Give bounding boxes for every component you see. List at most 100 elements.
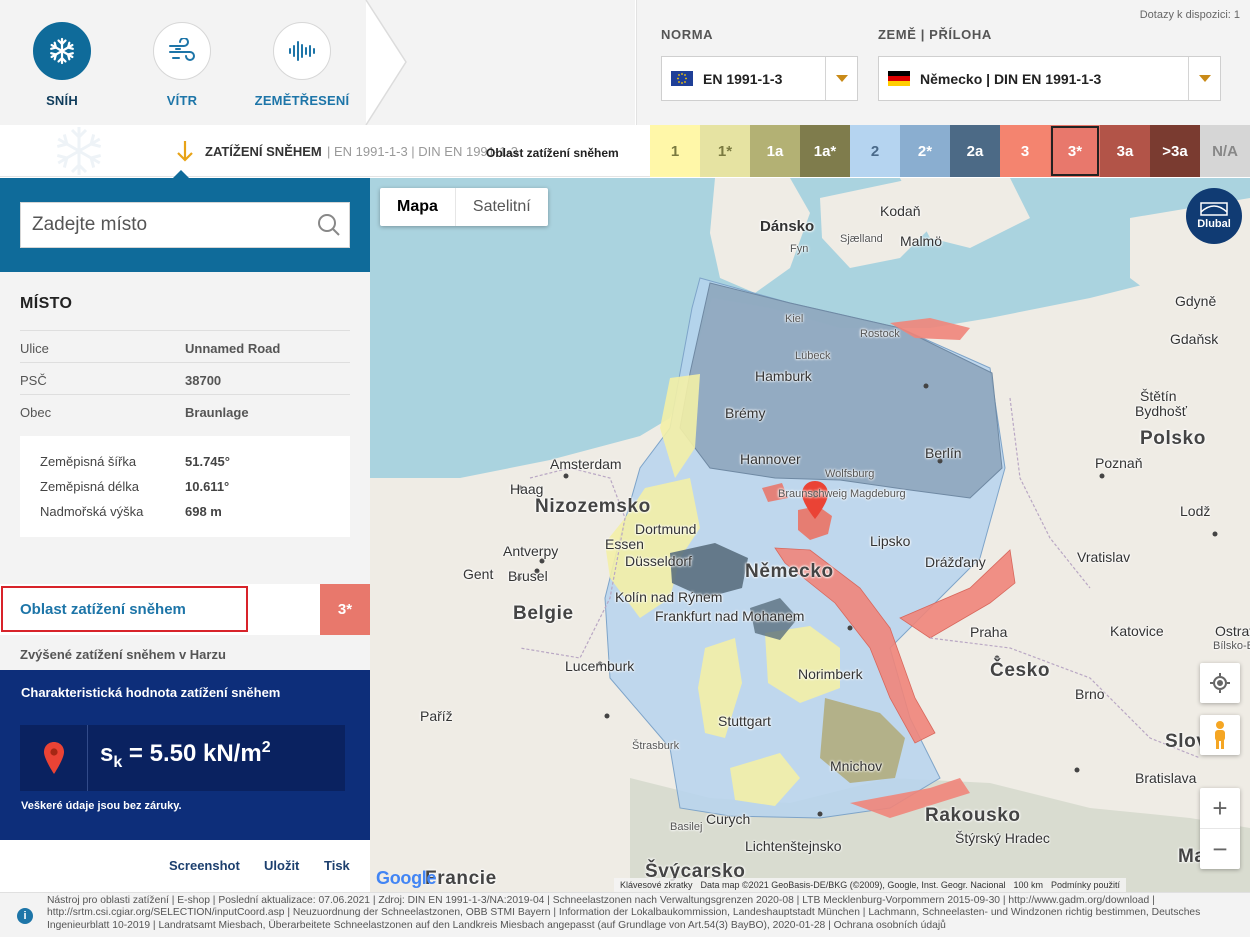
snow-zone-row[interactable]: Oblast zatížení sněhem 3*: [0, 584, 370, 635]
zone-legend-10[interactable]: 3a: [1100, 125, 1150, 177]
latitude-row: Zeměpisná šířka 51.745°: [40, 454, 230, 469]
altitude-row: Nadmořská výška 698 m: [40, 504, 222, 519]
screenshot-link[interactable]: Screenshot: [169, 858, 240, 873]
zone-legend-5[interactable]: 2: [850, 125, 900, 177]
print-link[interactable]: Tisk: [324, 858, 350, 873]
zone-legend-9[interactable]: 3*: [1050, 125, 1100, 177]
altitude-label: Nadmořská výška: [40, 504, 144, 519]
map-label: Belgie: [513, 603, 574, 624]
map-label: Kiel: [785, 313, 804, 325]
altitude-value: 698 m: [185, 504, 222, 519]
mode-wind-button[interactable]: VÍTR: [122, 22, 242, 108]
zone-legend-1[interactable]: 1: [650, 125, 700, 177]
longitude-label: Zeměpisná délka: [40, 479, 139, 494]
dlubal-logo-text: Dlubal: [1197, 218, 1231, 230]
map-label: Štýrský Hradec: [955, 830, 1050, 846]
arrow-down-icon: [177, 141, 193, 162]
snow-zone-badge: 3*: [320, 584, 370, 635]
map-data-credit: Data map ©2021 GeoBasis-DE/BKG (©2009), …: [700, 880, 1006, 890]
map-label: Antverpy: [503, 543, 559, 559]
sk-superscript: 2: [261, 739, 271, 756]
zone-legend-7[interactable]: 2a: [950, 125, 1000, 177]
map-label: Magdeburg: [850, 488, 906, 500]
map-label: Mnichov: [830, 758, 883, 774]
zone-legend-8[interactable]: 3: [1000, 125, 1050, 177]
norm-select[interactable]: EN 1991-1-3: [661, 56, 858, 101]
map-label: Německo: [745, 561, 834, 582]
map-label: Brno: [1075, 686, 1105, 702]
sk-result: sk = 5.50 kN/m2: [20, 725, 345, 791]
search-input[interactable]: [21, 203, 309, 247]
street-value: Unnamed Road: [185, 341, 281, 356]
location-title: MÍSTO: [20, 295, 73, 312]
map-scale: 100 km: [1013, 880, 1043, 890]
pegman-icon: [1215, 721, 1225, 749]
map-label: Kolín nad Rýnem: [615, 589, 723, 605]
zone-legend-6[interactable]: 2*: [900, 125, 950, 177]
zone-legend-3[interactable]: 1a: [750, 125, 800, 177]
snow-zone-description: Zvýšené zatížení sněhem v Harzu: [20, 647, 226, 662]
chevron-down-icon[interactable]: [1188, 57, 1220, 100]
map-label: Rakousko: [925, 805, 1021, 826]
zonebar-legend-label: Oblast zatížení sněhem: [486, 146, 619, 160]
map-label: Lübeck: [795, 350, 831, 362]
characteristic-value-title: Charakteristická hodnota zatížení sněhem: [21, 685, 281, 700]
zip-label: PSČ: [20, 373, 47, 388]
city-value: Braunlage: [185, 405, 249, 420]
map-label: Lodž: [1180, 503, 1211, 519]
mode-seismic-button[interactable]: ZEMĚTŘESENÍ: [242, 22, 362, 108]
queries-remaining: Dotazy k dispozici: 1: [1139, 9, 1240, 21]
dlubal-logo[interactable]: Dlubal: [1186, 188, 1242, 244]
map-label: Gdaňsk: [1170, 331, 1219, 347]
chevron-down-icon[interactable]: [825, 57, 857, 100]
save-link[interactable]: Uložit: [264, 858, 299, 873]
map-label: Poznaň: [1095, 455, 1143, 471]
zone-legend-4[interactable]: 1a*: [800, 125, 850, 177]
zone-legend: 1 1* 1a 1a* 2 2* 2a 3 3* 3a >3a N/A: [650, 125, 1250, 177]
map-label: Düsseldorf: [625, 553, 692, 569]
map-label: Malmö: [900, 233, 943, 249]
latitude-value: 51.745°: [185, 454, 230, 469]
mode-snow-button[interactable]: SNÍH: [2, 22, 122, 108]
latitude-label: Zeměpisná šířka: [40, 454, 137, 469]
app-header: SNÍH VÍTR ZEMĚTŘESENÍ Dotazy k dispozici…: [0, 0, 1250, 125]
map-label: Wolfsburg: [825, 468, 875, 480]
norm-selector-area: Dotazy k dispozici: 1 NORMA EN 1991-1-3 …: [636, 0, 1250, 125]
map-view[interactable]: Dánsko Fyn Sjælland Kodaň Malmö Kiel Rostock Gd…: [370, 178, 1250, 892]
map-label: Lichtenštejnsko: [745, 838, 842, 854]
zoom-out-button[interactable]: −: [1200, 829, 1240, 869]
map-label: Hannover: [740, 451, 801, 467]
search-icon[interactable]: [309, 203, 349, 247]
zip-row: PSČ 38700: [20, 362, 350, 394]
load-type-selector: SNÍH VÍTR ZEMĚTŘESENÍ: [0, 0, 635, 125]
google-logo-text: Google: [376, 868, 437, 888]
zone-legend-12[interactable]: N/A: [1200, 125, 1250, 177]
sk-number: = 5.50 kN/m: [122, 740, 262, 767]
country-select[interactable]: Německo | DIN EN 1991-1-3: [878, 56, 1221, 101]
location-panel: MÍSTO Ulice Unnamed Road PSČ 38700 Obec …: [0, 178, 370, 892]
locate-me-button[interactable]: [1200, 663, 1240, 703]
city-label: Obec: [20, 405, 52, 420]
info-icon[interactable]: i: [17, 908, 33, 924]
map-label: Kodaň: [880, 203, 921, 219]
map-label: Sjælland: [840, 233, 883, 245]
zone-legend-11[interactable]: >3a: [1150, 125, 1200, 177]
map-pin-icon: [20, 725, 88, 791]
seismic-wave-icon: [273, 22, 331, 80]
zone-legend-2[interactable]: 1*: [700, 125, 750, 177]
map-type-satellite-button[interactable]: Satelitní: [454, 188, 548, 226]
zoom-in-button[interactable]: +: [1200, 788, 1240, 828]
map-label: Norimberk: [798, 666, 863, 682]
street-view-button[interactable]: [1200, 715, 1240, 755]
map-label: Haag: [510, 481, 544, 497]
zonebar-title: ZATÍŽENÍ SNĚHEM: [205, 144, 322, 159]
search-box: [20, 202, 350, 248]
keyboard-shortcuts-link[interactable]: Klávesové zkratky: [620, 880, 693, 890]
map-label: Frankfurt nad Mohanem: [655, 608, 805, 624]
crosshair-icon: [1210, 673, 1230, 693]
terms-link[interactable]: Podmínky použití: [1051, 880, 1120, 890]
map-label: Lipsko: [870, 533, 911, 549]
map-label: Berlín: [925, 445, 962, 461]
map-type-roadmap-button[interactable]: Mapa: [380, 188, 455, 226]
map-label: Fyn: [790, 243, 809, 255]
